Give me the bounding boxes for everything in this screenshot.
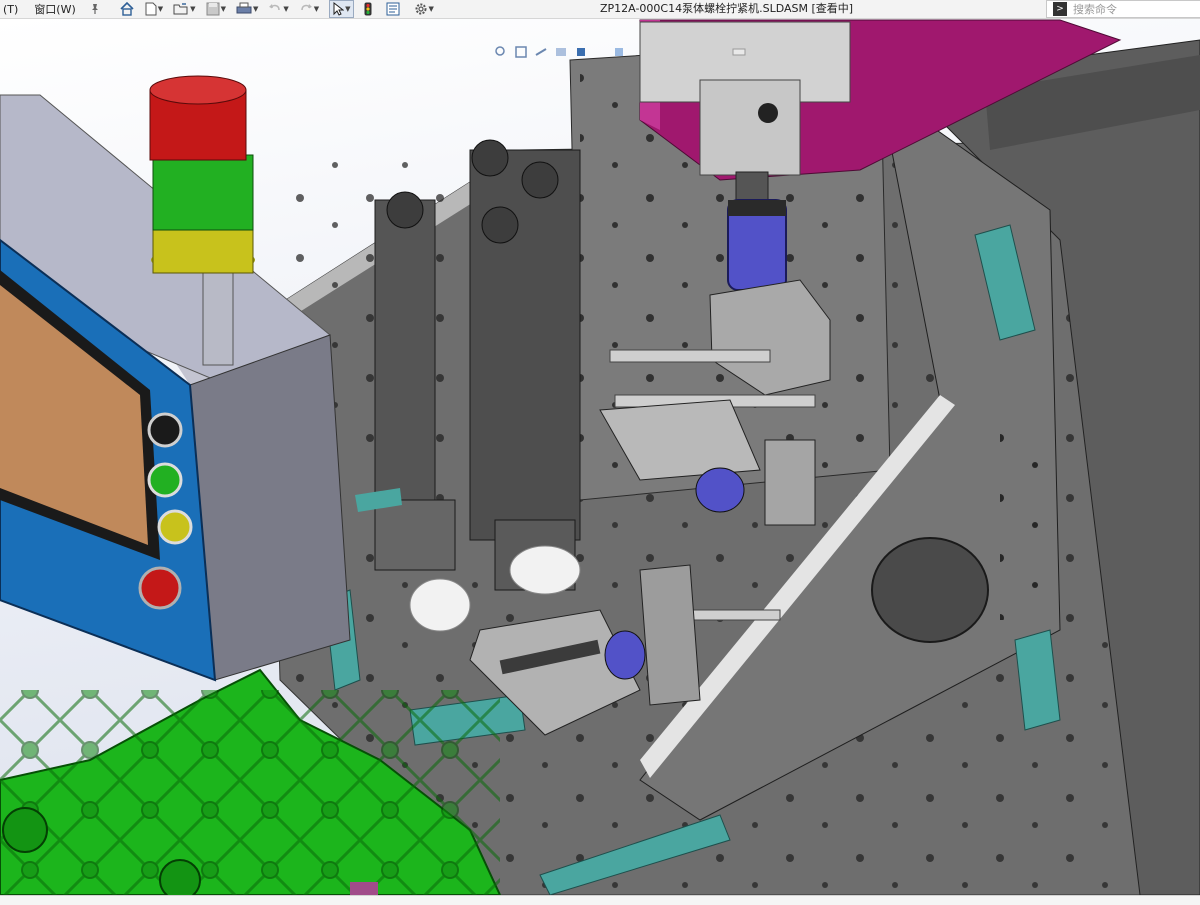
panel-button-black: [147, 412, 183, 448]
new-document-icon[interactable]: ▼: [143, 0, 165, 18]
command-prompt-icon: >: [1053, 2, 1067, 16]
display-style-icon[interactable]: [612, 44, 626, 58]
small-fixture-part: [350, 882, 378, 895]
view-orientation-icon[interactable]: [574, 44, 588, 58]
select-arrow-icon[interactable]: ▼: [329, 0, 354, 18]
zoom-to-fit-icon[interactable]: [494, 44, 508, 58]
graphics-viewport[interactable]: [0, 19, 1200, 901]
view-heads-up-toolbar: [494, 44, 746, 58]
white-puck-left: [409, 578, 471, 632]
undo-icon[interactable]: ▼: [266, 0, 290, 18]
menu-tools[interactable]: (T): [0, 3, 21, 16]
view-settings-icon[interactable]: [732, 44, 746, 58]
pin-icon[interactable]: [87, 0, 103, 18]
gear-icon[interactable]: ▼: [412, 0, 436, 18]
search-command-placeholder: 搜索命令: [1073, 3, 1117, 16]
section-view-icon[interactable]: [554, 44, 568, 58]
save-icon[interactable]: ▼: [204, 0, 228, 18]
white-puck-right: [509, 545, 581, 595]
assembly-render: [0, 19, 1200, 901]
panel-button-green: [147, 462, 183, 498]
menu-window[interactable]: 窗口(W): [31, 1, 78, 17]
tightening-spindles: [374, 139, 581, 591]
status-bar: [0, 895, 1200, 905]
home-icon[interactable]: [117, 0, 137, 18]
redo-icon[interactable]: ▼: [297, 0, 321, 18]
panel-button-red: [138, 566, 182, 610]
panel-button-yellow: [157, 509, 193, 545]
open-folder-icon[interactable]: ▼: [171, 0, 197, 18]
document-title: ZP12A-000C14泵体螺栓拧紧机.SLDASM [查看中]: [600, 2, 854, 15]
file-properties-icon[interactable]: [384, 0, 402, 18]
previous-view-icon[interactable]: [534, 44, 548, 58]
gusset-bore: [871, 537, 989, 643]
zoom-area-icon[interactable]: [514, 44, 528, 58]
traffic-light-icon[interactable]: [362, 0, 374, 18]
print-icon[interactable]: ▼: [234, 0, 260, 18]
search-command-box[interactable]: > 搜索命令: [1046, 0, 1200, 18]
cad-application-window: (T) 窗口(W) ▼ ▼ ▼ ▼ ▼ ▼ ▼ ▼ ZP12A-000C14泵体…: [0, 0, 1200, 905]
